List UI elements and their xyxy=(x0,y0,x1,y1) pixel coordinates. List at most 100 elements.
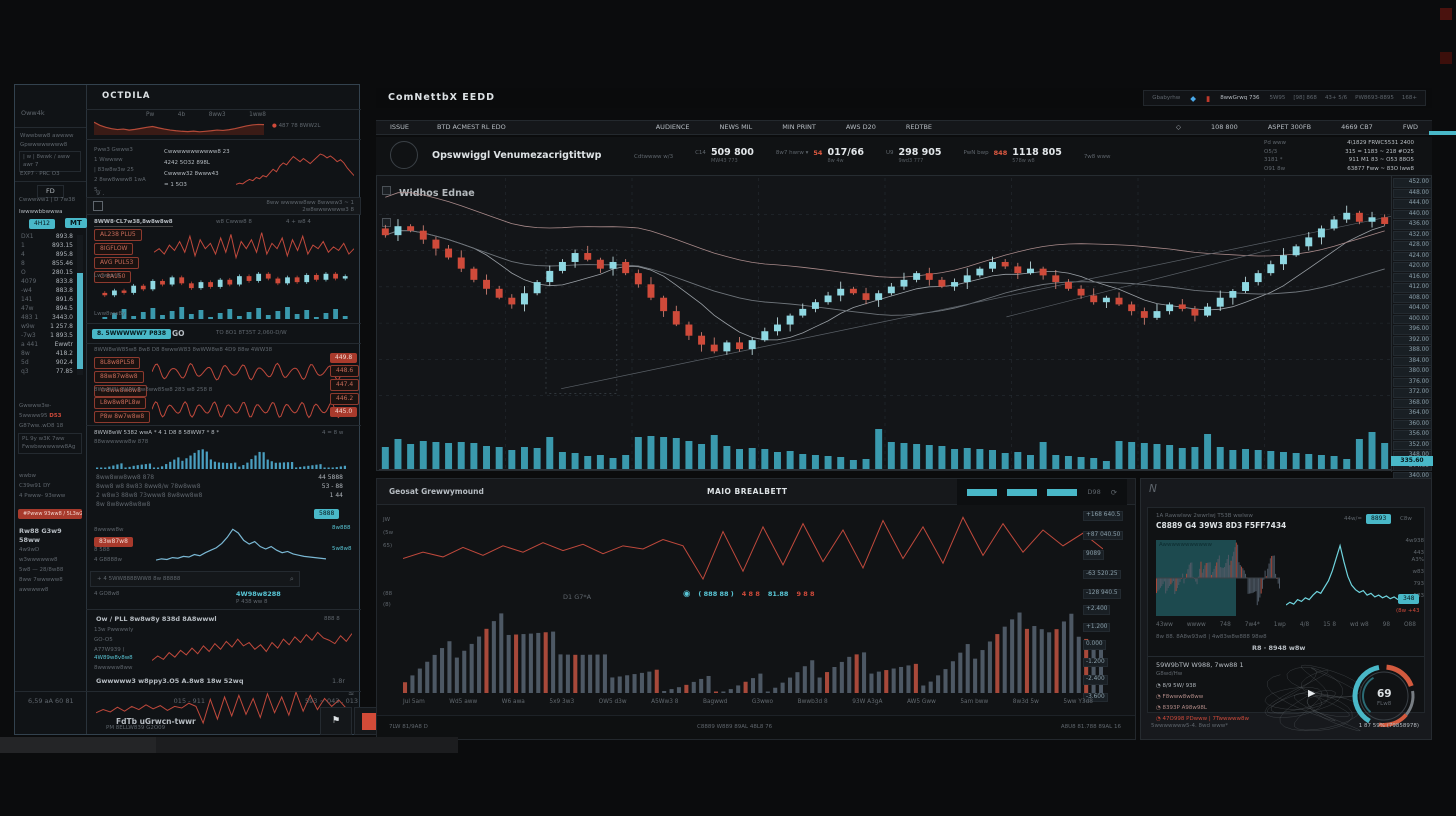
hist1-right-axis: +168 640.5+87 040.509089-63 520.25-128 9… xyxy=(1083,511,1133,600)
watchlist-scrollbar-track[interactable] xyxy=(77,235,83,375)
red-area-chart xyxy=(1286,540,1398,616)
list-item: 748 xyxy=(1220,622,1231,628)
list-item[interactable]: 4895.8 xyxy=(17,250,77,259)
range-chip-1[interactable] xyxy=(967,489,997,496)
list-item[interactable]: -w4883.8 xyxy=(17,286,77,295)
list-item[interactable]: DX1893.8 xyxy=(17,232,77,241)
list-item: 98 xyxy=(1383,622,1390,628)
list-item[interactable]: NEWS MIL xyxy=(719,123,752,132)
list-item[interactable]: w9w1 257.8 xyxy=(17,322,77,331)
list-item[interactable]: 5d902.4 xyxy=(17,358,77,367)
list-item[interactable]: ◇ xyxy=(1176,123,1181,132)
timeframe-chip[interactable]: 4H12 xyxy=(29,219,55,229)
red-tag: 83w87w8 xyxy=(94,537,133,547)
bottom-header-controls: D98 ⟳ xyxy=(957,479,1127,505)
alert-icon[interactable]: ▮ xyxy=(1206,94,1210,103)
value-chip[interactable]: 5888 xyxy=(314,509,339,519)
refresh-icon[interactable]: ⟳ xyxy=(1111,488,1117,497)
list-item[interactable]: MIN PRINT xyxy=(782,123,816,132)
panel6-rows: 8ww8ww8ww8 87844 58888ww8 w8 8w83 8ww8/w… xyxy=(92,473,347,509)
label: w8 Cwww8 8 xyxy=(216,219,252,226)
price-tick: 384.00 xyxy=(1393,357,1432,367)
price-tick: 404.00 xyxy=(1393,304,1432,314)
list-item[interactable]: REDTBE xyxy=(906,123,932,132)
list-item[interactable]: 483 13443.0 xyxy=(17,313,77,322)
list-item: 93W A3gA xyxy=(852,699,882,705)
panel4-title: 8WW8·CL7w38,8w8w8w8 xyxy=(94,219,173,227)
indicator-icon[interactable]: ◉ xyxy=(683,589,690,599)
cyan-value: 4W98w8288 xyxy=(236,590,281,599)
price-tick: 368.00 xyxy=(1393,399,1432,409)
wave-icon[interactable]: ≈ xyxy=(348,689,354,698)
list-item: 3181 *911 M1 83 ~ O53 88O5 xyxy=(1264,157,1414,165)
list-item[interactable]: 141891.6 xyxy=(17,295,77,304)
list-item: 88w87w8w8 xyxy=(94,371,144,383)
flag-button[interactable]: ⚑ xyxy=(320,707,352,735)
list-item[interactable]: ◔ F8www8w8ww xyxy=(1156,694,1266,701)
list-item: 1 Wwwww xyxy=(94,157,146,164)
screener-button[interactable]: 8. 5WWWWW7 P838 xyxy=(92,329,171,339)
list-item[interactable]: 8855.46 xyxy=(17,259,77,268)
scrollbar-fragment[interactable] xyxy=(1429,131,1456,135)
search-icon[interactable]: ⌕ xyxy=(290,574,294,583)
list-item[interactable]: ISSUE xyxy=(390,123,409,132)
checkbox-icon[interactable] xyxy=(93,201,103,211)
list-item: 8w7 hwrw ▾54017/668w 4w xyxy=(776,147,864,164)
list-item: | w | 8wwk / aww xyxy=(23,154,77,161)
list-item: O91 8w63877 Fww ~ 83O Iww8 xyxy=(1264,166,1414,174)
list-item[interactable]: O280.15 xyxy=(17,268,77,277)
insights-card: 1A Rawwlww 2wwrlwj T53B wwlww C8889 G4 3… xyxy=(1147,507,1425,713)
list-item[interactable]: 8IGFLOW xyxy=(94,243,133,255)
fd-box[interactable]: FD xyxy=(37,185,64,198)
cyan-label[interactable]: 4W89w8v8w8 xyxy=(94,655,133,662)
divider xyxy=(86,343,361,344)
last-price-tag: 335.60 xyxy=(1391,456,1433,466)
list-item: 4/8 xyxy=(1300,622,1309,628)
list-item[interactable]: AUDIENCE xyxy=(656,123,690,132)
list-item: 5W95 xyxy=(1269,95,1285,102)
list-item: 5am bww xyxy=(960,699,988,705)
list-item[interactable]: 4079833.8 xyxy=(17,277,77,286)
list-item[interactable]: ◔ 8/9 5W/ 938 xyxy=(1156,683,1266,690)
list-item: 4w938 xyxy=(1400,538,1424,545)
crypto-icon[interactable]: ◆ xyxy=(1190,94,1196,103)
go-button[interactable]: GO xyxy=(172,329,185,338)
list-item[interactable]: q377.85 xyxy=(17,367,77,376)
value-chip[interactable]: 8893 xyxy=(1366,514,1391,524)
range-chip-2[interactable] xyxy=(1007,489,1037,496)
list-item[interactable]: 8w418.2 xyxy=(17,349,77,358)
label: PM 8ELLW839 G2O09 xyxy=(106,725,165,732)
list-item: 447.4 xyxy=(330,379,359,391)
price-axis[interactable]: 452.00448.00444.00440.00436.00432.00428.… xyxy=(1391,176,1433,472)
candlestick-chart[interactable] xyxy=(379,178,1391,470)
red-flow-tag[interactable]: #Pwww 93ww8 / 5L3w2w7 xyxy=(18,509,82,519)
list-item: 793 xyxy=(1400,581,1424,588)
watchlist-scrollbar-thumb[interactable] xyxy=(77,273,83,369)
mini-candles-chart xyxy=(100,267,350,319)
list-item[interactable]: 47w894.5 xyxy=(17,304,77,313)
list-item[interactable]: 4669 CB7 xyxy=(1341,123,1373,132)
list-item[interactable]: BTD ACMEST RL EDO xyxy=(437,123,506,132)
red-line-f-chart xyxy=(152,627,352,667)
macd-histogram-chart xyxy=(403,603,1103,693)
list-item[interactable]: a 441Ewwtr xyxy=(17,340,77,349)
list-item[interactable]: -7w31 893.5 xyxy=(17,331,77,340)
list-item[interactable]: ◔ 47O998 PDwww | 7Twwwww8w xyxy=(1156,716,1266,723)
mt-chip[interactable]: MT xyxy=(65,218,87,228)
list-item[interactable]: FWD xyxy=(1403,123,1418,132)
list-item[interactable]: AL238 PLU5 xyxy=(94,229,142,241)
labels: wwbwC39w91 DY4 Pwww- 93www xyxy=(19,473,65,500)
list-item[interactable]: AWS D20 xyxy=(846,123,876,132)
list-item: ( 888 88 ) xyxy=(698,590,733,599)
list-item: PW8693-8895 xyxy=(1355,95,1394,102)
play-button[interactable]: ▶ xyxy=(1308,688,1315,699)
footer-numbers: 6,59 aA 60 81015 - 911593 ~ 043 . 013 xyxy=(28,697,358,706)
list-item[interactable]: ◔ 8393P A98w98L xyxy=(1156,705,1266,712)
panel7-toolbar[interactable]: + 4 5WW8888WW8 8w 88888 ⌕ xyxy=(90,571,300,587)
list-item[interactable]: ASPET 300FB xyxy=(1268,123,1311,132)
range-chip-3[interactable] xyxy=(1047,489,1077,496)
list-item[interactable]: 108 800 xyxy=(1211,123,1238,132)
list-item[interactable]: 1893.15 xyxy=(17,241,77,250)
pl-box[interactable]: PL 9y w3K 7wwFwwbwwwwww8Ag xyxy=(18,433,82,454)
price-tick: 408.00 xyxy=(1393,294,1432,304)
